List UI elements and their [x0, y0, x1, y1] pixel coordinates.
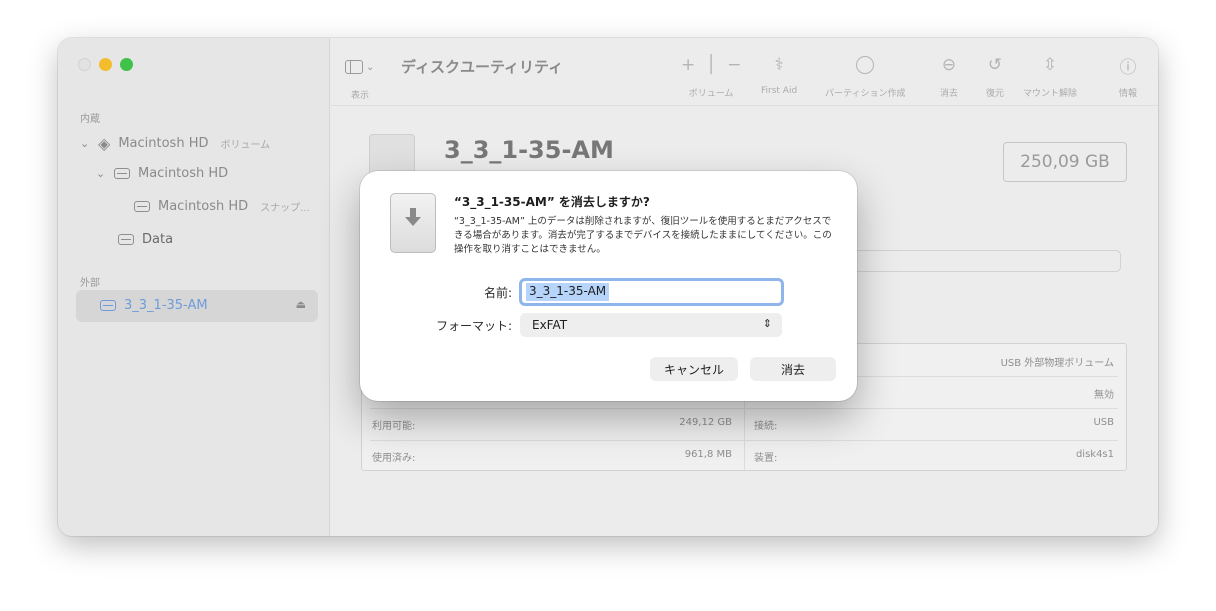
pie-chart-icon — [856, 54, 875, 76]
external-disk-icon — [100, 300, 116, 311]
toolbar-label: ボリューム — [688, 89, 734, 99]
updown-chevron-icon: ⇕ — [762, 317, 772, 330]
erase-icon: ⊖ — [941, 55, 957, 75]
device-name: 3_3_1-35-AM — [444, 136, 614, 164]
sidebar: 内蔵 ⌄ ◈ Macintosh HD ボリューム ⌄ Macintosh HD… — [58, 38, 330, 536]
toolbar: ⌄ 表示 ディスクユーティリティ + │ − ボリューム ⚕ First Aid… — [331, 38, 1158, 106]
plus-minus-icon: + │ − — [681, 55, 742, 75]
eject-icon[interactable]: ⏏ — [296, 298, 306, 311]
view-label: 表示 — [351, 91, 370, 101]
toolbar-label: マウント解除 — [1023, 89, 1078, 99]
erase-toolbar-button[interactable]: ⊖ 消去 — [940, 54, 958, 99]
unmount-icon: ⇳ — [1042, 55, 1058, 75]
sidebar-item-row: 3_3_1-35-AM — [100, 298, 208, 313]
sidebar-item-macintosh-hd-volume[interactable]: ⌄ ◈ Macintosh HD ボリューム — [80, 134, 270, 153]
name-input-selected-text: 3_3_1-35-AM — [526, 283, 610, 301]
first-aid-button[interactable]: ⚕ First Aid — [761, 54, 797, 96]
table-cell-value: disk4s1 — [1075, 449, 1114, 460]
info-button[interactable]: ⓘ 情報 — [1119, 54, 1138, 100]
table-rule — [370, 440, 1118, 441]
format-select[interactable]: ExFAT ⇕ — [520, 313, 782, 337]
restore-button[interactable]: ↺ 復元 — [986, 54, 1004, 99]
chevron-down-icon[interactable]: ⌄ — [96, 167, 106, 180]
disk-icon — [134, 201, 150, 212]
sidebar-item-label: Macintosh HD — [118, 136, 209, 151]
table-cell-value: 961,8 MB — [684, 449, 732, 460]
disk-icon — [118, 234, 134, 245]
table-cell-value: 無効 — [1094, 390, 1114, 401]
dialog-title: “3_3_1-35-AM” を消去しますか? — [454, 195, 650, 209]
table-cell-value: USB 外部物理ボリューム — [1000, 358, 1114, 369]
table-cell-label: 使用済み: — [372, 453, 416, 464]
download-arrow-icon — [405, 208, 421, 226]
app-title: ディスクユーティリティ — [401, 58, 564, 76]
table-cell-label: 接続: — [754, 421, 778, 432]
sidebar-item-label: Data — [142, 232, 174, 247]
table-cell-value: 249,12 GB — [679, 417, 732, 428]
sidebar-item-sublabel: スナップ... — [260, 203, 310, 214]
sidebar-item-label: 3_3_1-35-AM — [124, 298, 208, 313]
format-label: フォーマット: — [435, 319, 512, 333]
table-cell-label: 装置: — [754, 453, 778, 464]
table-cell-value: USB — [1093, 417, 1114, 428]
sidebar-item-macintosh-hd[interactable]: ⌄ Macintosh HD — [96, 166, 228, 181]
stethoscope-icon: ⚕ — [774, 55, 784, 75]
minimize-button[interactable] — [99, 58, 112, 71]
disk-icon — [114, 168, 130, 179]
name-label: 名前: — [483, 286, 512, 300]
close-button[interactable] — [78, 58, 91, 71]
layers-icon: ◈ — [98, 134, 111, 153]
section-internal: 内蔵 — [80, 114, 100, 125]
restore-icon: ↺ — [987, 55, 1003, 75]
window-controls — [78, 58, 133, 71]
zoom-button[interactable] — [120, 58, 133, 71]
toolbar-label: First Aid — [761, 86, 798, 96]
unmount-button[interactable]: ⇳ マウント解除 — [1023, 54, 1077, 99]
sidebar-icon — [345, 60, 363, 74]
table-rule — [370, 408, 1118, 409]
sidebar-item-data[interactable]: Data — [118, 232, 173, 247]
info-icon: ⓘ — [1119, 57, 1137, 78]
chevron-down-icon: ⌄ — [366, 61, 375, 73]
sidebar-item-external-disk[interactable]: 3_3_1-35-AM ⏏ — [76, 290, 318, 322]
section-external: 外部 — [80, 278, 100, 289]
toolbar-label: 消去 — [940, 89, 959, 99]
format-select-value: ExFAT — [532, 318, 568, 332]
sidebar-item-macintosh-hd-snapshot[interactable]: Macintosh HD スナップ... — [134, 199, 310, 214]
table-cell-label: 利用可能: — [372, 421, 416, 432]
toolbar-label: 復元 — [986, 89, 1005, 99]
partition-button[interactable]: パーティション作成 — [825, 54, 905, 99]
erase-dialog: “3_3_1-35-AM” を消去しますか? “3_3_1-35-AM” 上のデ… — [360, 171, 857, 401]
sidebar-item-label: Macintosh HD — [158, 199, 249, 214]
sidebar-item-sublabel: ボリューム — [220, 140, 271, 151]
sidebar-toggle-button[interactable]: ⌄ — [345, 56, 381, 78]
dialog-message: “3_3_1-35-AM” 上のデータは削除されますが、復旧ツールを使用するとま… — [454, 216, 832, 255]
volume-button[interactable]: + │ − ボリューム — [681, 54, 741, 99]
chevron-down-icon[interactable]: ⌄ — [80, 137, 90, 150]
external-disk-icon — [390, 193, 436, 253]
erase-button[interactable]: 消去 — [750, 357, 836, 381]
cancel-button[interactable]: キャンセル — [650, 357, 738, 381]
sidebar-item-label: Macintosh HD — [138, 166, 229, 181]
capacity-badge: 250,09 GB — [1003, 142, 1127, 182]
toolbar-label: 情報 — [1119, 89, 1138, 99]
toolbar-label: パーティション作成 — [825, 89, 906, 99]
